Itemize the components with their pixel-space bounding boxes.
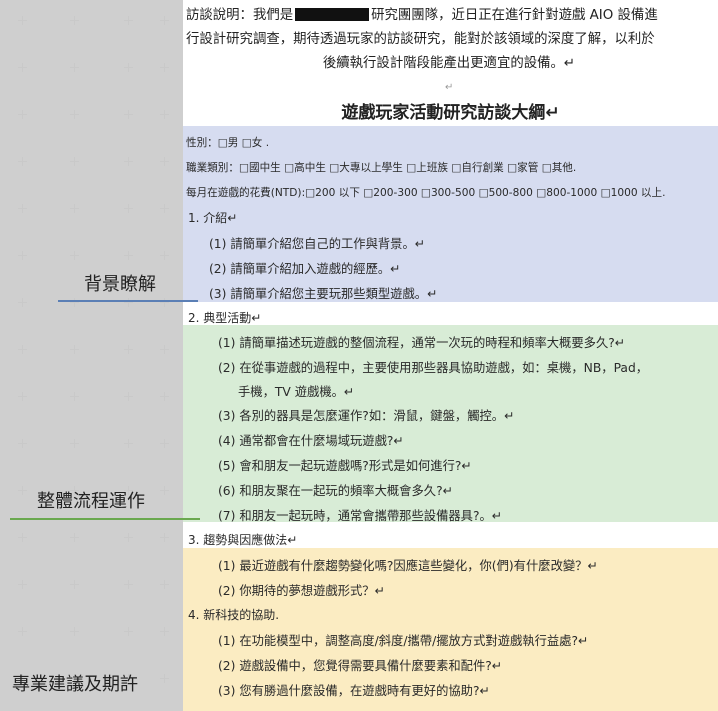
label-advice: 專業建議及期許 bbox=[12, 674, 138, 695]
margin-cross-mark bbox=[18, 439, 27, 448]
margin-cross-mark bbox=[70, 110, 79, 119]
list-item: (3) 請簡單介紹您主要玩那些類型遊戲。↵ bbox=[209, 287, 438, 301]
margin-cross-mark bbox=[70, 63, 79, 72]
margin-cross-mark bbox=[18, 16, 27, 25]
margin-cross-mark bbox=[18, 533, 27, 542]
list-item: (2) 請簡單介紹加入遊戲的經歷。↵ bbox=[209, 262, 401, 276]
list-item: (2) 在從事遊戲的過程中，主要使用那些器具協助遊戲，如：桌機，NB，Pad， bbox=[218, 361, 649, 375]
section-heading: 2. 典型活動↵ bbox=[188, 311, 262, 325]
margin-cross-mark bbox=[18, 627, 27, 636]
margin-cross-mark bbox=[18, 392, 27, 401]
margin-cross-mark bbox=[70, 533, 79, 542]
margin-cross-mark bbox=[160, 251, 169, 260]
intro-line-1: 訪談說明：我們是 研究團團隊，近日正在進行針對遊戲 AIO 設備進 bbox=[186, 4, 712, 28]
margin-cross-mark bbox=[160, 627, 169, 636]
margin-cross-mark bbox=[124, 439, 133, 448]
label-background-underline bbox=[58, 300, 198, 302]
gender-field: 性別：□男 □女 . bbox=[186, 137, 270, 149]
margin-cross-mark bbox=[18, 157, 27, 166]
margin-cross-mark bbox=[124, 392, 133, 401]
margin-cross-mark bbox=[124, 16, 133, 25]
margin-cross-mark bbox=[160, 63, 169, 72]
list-item: (1) 在功能模型中，調整高度/斜度/攜帶/擺放方式對遊戲執行益處?↵ bbox=[218, 634, 589, 648]
margin-cross-mark bbox=[124, 345, 133, 354]
margin-cross-mark bbox=[18, 63, 27, 72]
margin-cross-mark bbox=[70, 204, 79, 213]
list-item: (5) 會和朋友一起玩遊戲嗎?形式是如何進行?↵ bbox=[218, 459, 472, 473]
list-item: (3) 各別的器具是怎麼運作?如：滑鼠，鍵盤，觸控。↵ bbox=[218, 409, 515, 423]
interview-intro: 訪談說明：我們是 研究團團隊，近日正在進行針對遊戲 AIO 設備進 行設計研究調查… bbox=[186, 4, 712, 76]
margin-cross-mark bbox=[70, 251, 79, 260]
margin-cross-mark bbox=[124, 251, 133, 260]
label-workflow-underline bbox=[10, 518, 200, 520]
section-heading: 3. 趨勢與因應做法↵ bbox=[188, 533, 298, 547]
document-title: 遊戲玩家活動研究訪談大綱↵ bbox=[341, 103, 560, 123]
margin-cross-mark bbox=[160, 345, 169, 354]
margin-cross-mark bbox=[124, 110, 133, 119]
margin-cross-mark bbox=[160, 439, 169, 448]
section-heading: 4. 新科技的協助. bbox=[188, 608, 280, 622]
list-item: (1) 最近遊戲有什麼趨勢變化嗎?因應這些變化，你(們)有什麼改變？↵ bbox=[218, 559, 598, 573]
list-item: (2) 你期待的夢想遊戲形式？↵ bbox=[218, 584, 385, 598]
margin-cross-mark bbox=[124, 63, 133, 72]
intro-line-3: 後續執行設計階段能產出更適宜的設備。↵ bbox=[322, 56, 576, 71]
list-item: (4) 通常都會在什麼場域玩遊戲?↵ bbox=[218, 434, 404, 448]
intro-line-2: 行設計研究調查，期待透過玩家的訪談研究，能對於該領域的深度了解，以利於 bbox=[186, 32, 655, 47]
margin-cross-mark bbox=[160, 157, 169, 166]
margin-cross-mark bbox=[18, 580, 27, 589]
margin-cross-mark bbox=[124, 533, 133, 542]
margin-cross-mark bbox=[70, 392, 79, 401]
margin-cross-mark bbox=[160, 674, 169, 683]
intro-line-1-end: 研究團團隊，近日正在進行針對遊戲 AIO 設備進 bbox=[371, 8, 658, 23]
margin-cross-mark bbox=[70, 439, 79, 448]
intro-line-1-start: 訪談說明：我們是 bbox=[186, 8, 294, 23]
blank-paragraph-mark: ↵ bbox=[445, 82, 454, 93]
margin-cross-mark bbox=[160, 580, 169, 589]
margin-cross-mark bbox=[70, 580, 79, 589]
margin-cross-mark bbox=[18, 298, 27, 307]
left-margin bbox=[0, 0, 183, 711]
spending-field: 每月在遊戲的花費(NTD):□200 以下 □200-300 □300-500 … bbox=[186, 187, 666, 199]
margin-cross-mark bbox=[160, 392, 169, 401]
margin-cross-mark bbox=[70, 627, 79, 636]
margin-cross-mark bbox=[160, 16, 169, 25]
margin-cross-mark bbox=[70, 157, 79, 166]
margin-cross-mark bbox=[124, 204, 133, 213]
margin-cross-mark bbox=[160, 110, 169, 119]
list-item-continuation: 手機，TV 遊戲機。↵ bbox=[238, 385, 355, 399]
margin-cross-mark bbox=[18, 345, 27, 354]
margin-cross-mark bbox=[70, 16, 79, 25]
list-item: (7) 和朋友一起玩時，通常會攜帶那些設備器具?。↵ bbox=[218, 509, 503, 523]
list-item: (1) 請簡單介紹您自己的工作與背景。↵ bbox=[209, 237, 426, 251]
list-item: (3) 您有勝過什麼設備，在遊戲時有更好的協助?↵ bbox=[218, 684, 490, 698]
section-heading: 1. 介紹↵ bbox=[188, 211, 238, 225]
margin-cross-mark bbox=[160, 533, 169, 542]
margin-cross-mark bbox=[70, 345, 79, 354]
margin-cross-mark bbox=[18, 251, 27, 260]
list-item: (1) 請簡單描述玩遊戲的整個流程，通常一次玩的時程和頻率大概要多久?↵ bbox=[218, 336, 626, 350]
margin-cross-mark bbox=[124, 627, 133, 636]
margin-cross-mark bbox=[160, 204, 169, 213]
label-workflow: 整體流程運作 bbox=[37, 491, 145, 512]
margin-cross-mark bbox=[18, 486, 27, 495]
margin-cross-mark bbox=[160, 486, 169, 495]
label-background: 背景瞭解 bbox=[84, 274, 156, 295]
list-item: (2) 遊戲設備中，您覺得需要具備什麼要素和配件?↵ bbox=[218, 659, 503, 673]
redacted-block bbox=[295, 8, 370, 21]
margin-cross-mark bbox=[18, 204, 27, 213]
list-item: (6) 和朋友聚在一起玩的頻率大概會多久?↵ bbox=[218, 484, 453, 498]
margin-cross-mark bbox=[124, 580, 133, 589]
margin-cross-mark bbox=[124, 157, 133, 166]
margin-cross-mark bbox=[18, 110, 27, 119]
occupation-field: 職業類別：□國中生 □高中生 □大專以上學生 □上班族 □自行創業 □家管 □其… bbox=[186, 162, 577, 174]
